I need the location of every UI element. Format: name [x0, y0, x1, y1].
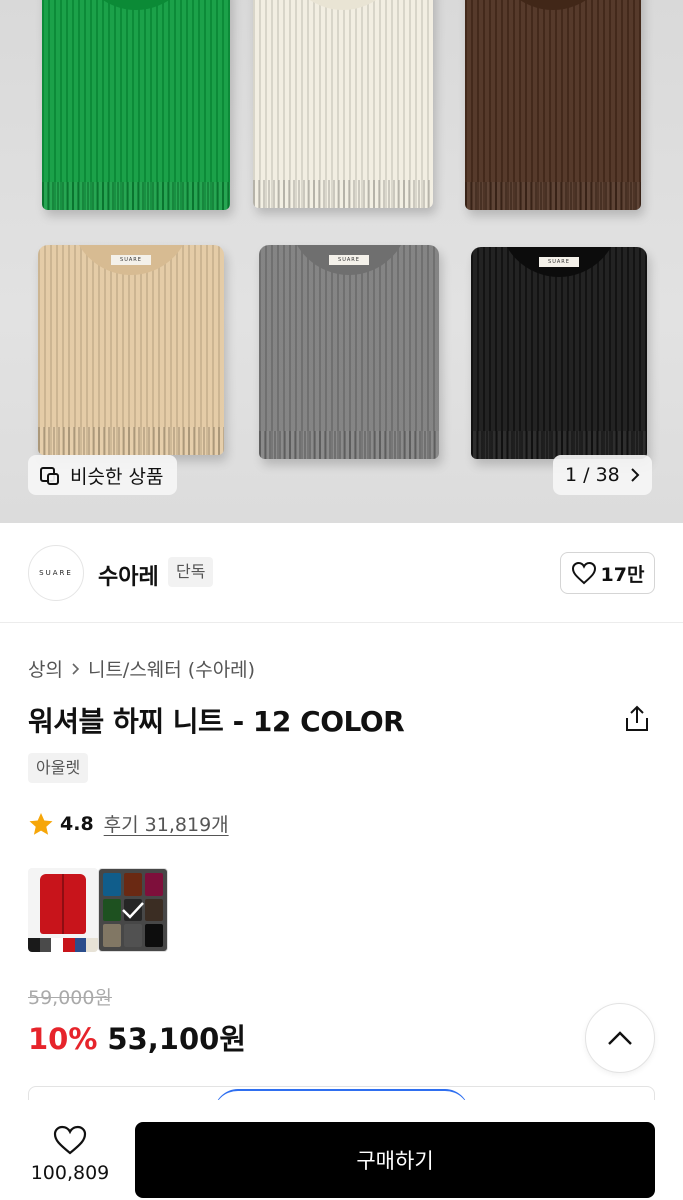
product-title: 워셔블 하찌 니트 - 12 COLOR — [28, 705, 405, 738]
selected-overlay — [99, 869, 167, 951]
rating-value: 4.8 — [60, 812, 94, 835]
sweater-green: SUARE — [42, 0, 230, 210]
breadcrumb: 상의 니트/스웨터 (수아레) — [28, 655, 255, 682]
similar-products-icon — [40, 464, 62, 486]
product-image-carousel[interactable]: SUARE SUARE SUARE SUARE SUARE SUARE 비슷한 … — [0, 0, 683, 523]
image-pager-button[interactable]: 1 / 38 — [553, 455, 652, 495]
bottom-action-bar: 100,809 구매하기 — [0, 1100, 683, 1200]
share-icon[interactable] — [622, 704, 652, 734]
color-strip-swatch — [39, 938, 52, 952]
scroll-to-top-button[interactable] — [585, 1003, 655, 1073]
star-icon — [29, 812, 53, 835]
discount-rate: 10% — [28, 1022, 98, 1056]
brand-logo[interactable]: SUARE — [28, 545, 84, 601]
breadcrumb-category[interactable]: 상의 — [28, 655, 63, 682]
brand-name[interactable]: 수아레 — [98, 559, 159, 591]
breadcrumb-subcategory[interactable]: 니트/스웨터 (수아레) — [88, 655, 255, 682]
variant-thumbnail-knit-selected[interactable] — [98, 868, 168, 952]
brand-logo-text: SUARE — [39, 569, 73, 577]
color-strip-swatch — [51, 938, 64, 952]
brand-like-button[interactable]: 17만 — [560, 552, 655, 594]
sweater-black: SUARE — [471, 247, 647, 459]
heart-icon — [53, 1125, 87, 1155]
outlet-tag: 아울렛 — [28, 753, 89, 783]
brand-row: SUARE 수아레 단독 17만 — [0, 523, 683, 623]
brand-like-count: 17만 — [600, 563, 645, 586]
wishlist-count: 100,809 — [30, 1162, 110, 1184]
wishlist-button[interactable]: 100,809 — [20, 1124, 120, 1194]
color-strip-swatch — [28, 938, 40, 952]
sweater-ivory: SUARE — [253, 0, 433, 208]
cardigan-image — [40, 874, 86, 934]
review-count-link[interactable]: 후기 31,819개 — [104, 810, 229, 837]
color-strip-swatch — [63, 938, 75, 952]
price-row: 10% 53,100원 — [28, 1016, 246, 1058]
similar-products-label: 비슷한 상품 — [70, 465, 164, 488]
chevron-right-icon — [631, 468, 640, 482]
original-price: 59,000원 — [28, 987, 112, 1009]
sweater-gray: SUARE — [259, 245, 439, 459]
chevron-up-icon — [608, 1031, 632, 1045]
color-strip-swatch — [74, 938, 87, 952]
sweater-brown: SUARE — [465, 0, 641, 210]
sale-price: 53,100원 — [107, 1022, 247, 1056]
heart-icon — [571, 561, 596, 585]
rating-row: 4.8 후기 31,819개 — [28, 810, 229, 837]
color-strip — [28, 938, 98, 952]
image-pager-count: 1 / 38 — [565, 464, 620, 486]
color-strip-swatch — [86, 938, 98, 952]
variant-thumbnail-cardigan[interactable] — [28, 868, 98, 952]
similar-products-button[interactable]: 비슷한 상품 — [28, 455, 178, 495]
check-icon — [122, 902, 144, 919]
sweater-beige: SUARE — [38, 245, 224, 455]
chevron-right-icon — [72, 662, 80, 675]
exclusive-badge: 단독 — [168, 557, 214, 587]
buy-button-label: 구매하기 — [356, 1149, 434, 1173]
buy-button[interactable]: 구매하기 — [135, 1122, 655, 1198]
